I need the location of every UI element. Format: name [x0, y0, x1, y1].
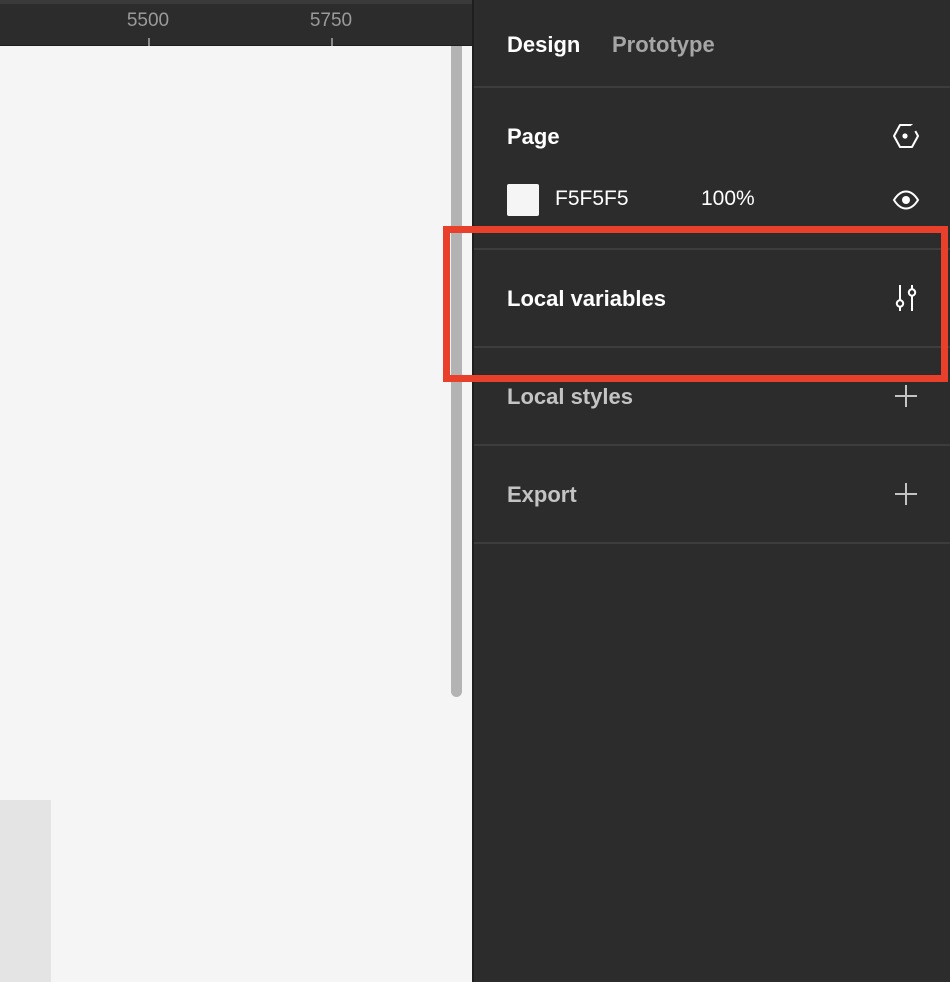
canvas-area: 5500 5750 — [0, 0, 472, 982]
export-title: Export — [507, 482, 577, 507]
export-section: Export — [474, 446, 950, 544]
page-fill-swatch[interactable] — [507, 184, 539, 216]
panel-tabs: Design Prototype — [474, 0, 950, 88]
tab-design[interactable]: Design — [507, 32, 580, 58]
local-variables-section[interactable]: Local variables — [474, 250, 950, 348]
ruler-label: 5500 — [126, 10, 170, 31]
page-section-title: Page — [507, 124, 560, 149]
vertical-scrollbar[interactable] — [451, 46, 462, 697]
add-export-plus-icon[interactable] — [891, 479, 921, 509]
page-fill-hex-input[interactable]: F5F5F5 — [555, 187, 629, 211]
style-library-icon[interactable] — [891, 121, 921, 151]
ruler-label: 5750 — [309, 10, 353, 31]
page-section: Page F5F5F5 100% — [474, 88, 950, 250]
app-window: 5500 5750 Design Prototype Page F5F5F5 1… — [0, 0, 950, 982]
page-fill-opacity-input[interactable]: 100% — [701, 187, 755, 211]
eye-icon[interactable] — [891, 185, 921, 215]
sliders-icon[interactable] — [891, 283, 921, 313]
local-styles-section: Local styles — [474, 348, 950, 446]
horizontal-ruler: 5500 5750 — [0, 0, 472, 50]
local-styles-title: Local styles — [507, 384, 633, 409]
canvas-frame[interactable] — [0, 800, 51, 982]
canvas-surface[interactable] — [0, 46, 472, 982]
design-panel: Design Prototype Page F5F5F5 100% Local … — [472, 0, 950, 982]
add-local-style-plus-icon[interactable] — [891, 381, 921, 411]
local-variables-title: Local variables — [507, 286, 666, 311]
tab-prototype[interactable]: Prototype — [612, 32, 715, 58]
